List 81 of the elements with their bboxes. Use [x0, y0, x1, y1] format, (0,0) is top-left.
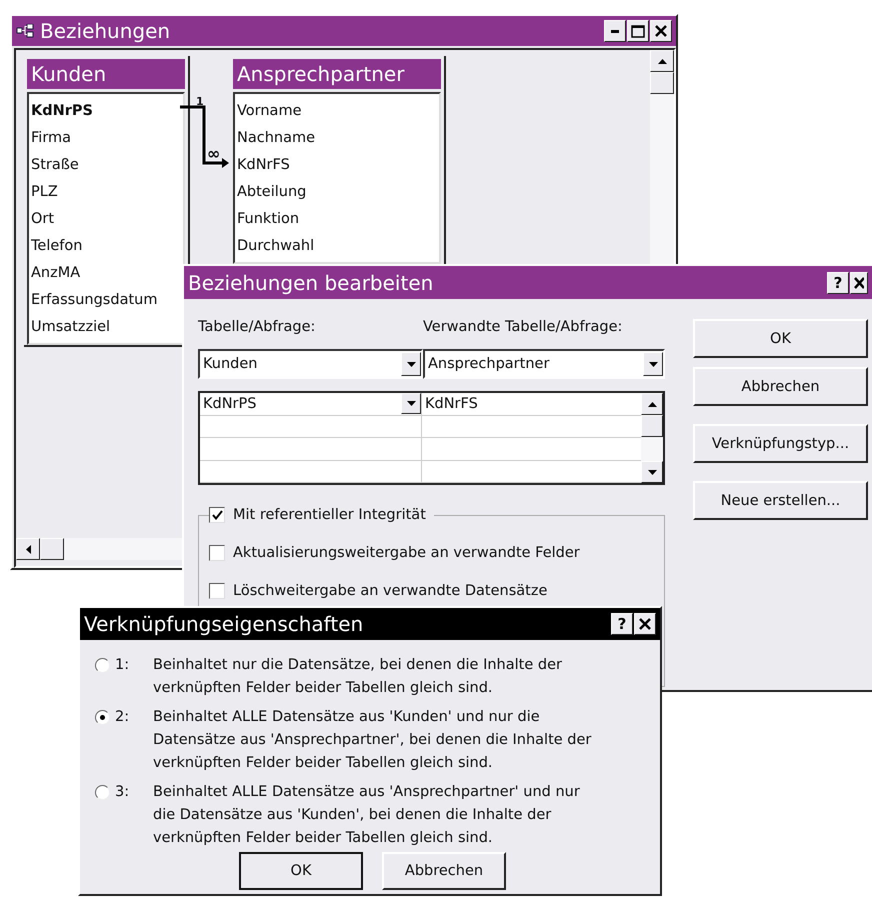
close-icon — [655, 25, 667, 37]
field-name[interactable]: KdNrFS — [237, 152, 439, 179]
scroll-up-button[interactable] — [641, 393, 663, 415]
dialog-title: Beziehungen bearbeiten — [188, 270, 434, 294]
dialog-button[interactable]: OK — [239, 852, 363, 890]
field-name[interactable]: Durchwahl — [237, 233, 439, 260]
option-number: 2: — [115, 708, 130, 727]
up-arrow-icon — [658, 58, 666, 64]
scroll-thumb[interactable] — [40, 538, 64, 560]
field-dropdown[interactable]: KdNrPS — [200, 393, 422, 414]
option-description: Beinhaltet ALLE Datensätze aus 'Kunden' und nur die Datensätze aus 'Ansprechpartner', bei denen die Inhalte der verknüpften Felder beider Tabellen gleich sind. — [153, 708, 592, 773]
maximize-icon — [631, 24, 645, 38]
radio-button[interactable] — [95, 658, 110, 673]
field-name[interactable]: Straße — [31, 152, 183, 179]
field-name[interactable]: Vorname — [237, 98, 439, 125]
field-name[interactable]: Umsatzziel — [31, 314, 183, 341]
dialog-button[interactable]: Verknüpfungstyp... — [693, 424, 868, 463]
relationships-icon — [16, 24, 34, 38]
close-button[interactable] — [650, 20, 672, 42]
option-number: 1: — [115, 656, 130, 675]
field-name[interactable]: Firma — [31, 125, 183, 152]
scroll-left-button[interactable] — [16, 538, 40, 560]
field-name[interactable]: PLZ — [31, 179, 183, 206]
field-name[interactable]: KdNrPS — [31, 98, 183, 125]
dropdown-arrow-icon — [648, 362, 658, 366]
one-label: 1 — [196, 96, 204, 107]
dialog-button[interactable]: Abbrechen — [382, 852, 506, 890]
left-arrow-icon — [26, 544, 30, 554]
maximize-button[interactable] — [627, 20, 649, 42]
table-card[interactable]: Kunden KdNrPS Firma Straße PLZ Ort Telefon AnzMA Erfassungsdatum Umsatzziel — [24, 56, 190, 347]
dialog-button[interactable]: Neue erstellen... — [693, 481, 868, 520]
dialog-title: Verknüpfungseigenschaften — [84, 612, 364, 636]
table-dropdown[interactable]: Kunden — [198, 349, 423, 379]
minimize-icon — [611, 30, 619, 32]
window-title: Beziehungen — [40, 19, 172, 43]
table-title: Ansprechpartner — [233, 59, 441, 89]
many-label: ∞ — [207, 148, 220, 159]
check-icon — [212, 510, 222, 520]
field-name[interactable]: Funktion — [237, 206, 439, 233]
vertical-scrollbar[interactable] — [641, 393, 663, 483]
field-name[interactable]: Nachname — [237, 125, 439, 152]
help-button[interactable]: ? — [827, 272, 849, 294]
close-button[interactable] — [850, 272, 868, 294]
field-name[interactable]: Abteilung — [237, 179, 439, 206]
minimize-button[interactable] — [604, 20, 626, 42]
table-label: Tabelle/Abfrage: — [198, 319, 316, 337]
down-arrow-icon — [648, 470, 656, 474]
checkbox[interactable] — [209, 545, 225, 561]
up-arrow-icon — [648, 402, 656, 406]
field-name[interactable]: AnzMA — [31, 260, 183, 287]
related-table-dropdown[interactable]: Ansprechpartner — [423, 349, 665, 379]
checkbox-label: Löschweitergabe an verwandte Datensätze — [233, 583, 548, 599]
checkbox-label: Mit referentieller Integrität — [233, 507, 426, 523]
related-table-label: Verwandte Tabelle/Abfrage: — [423, 319, 624, 337]
close-button[interactable] — [634, 613, 656, 635]
close-icon — [639, 618, 651, 630]
scroll-thumb[interactable] — [650, 72, 674, 94]
field-name[interactable]: Erfassungsdatum — [31, 287, 183, 314]
help-button[interactable]: ? — [611, 613, 633, 635]
table-title: Kunden — [27, 59, 185, 89]
table-card[interactable]: Ansprechpartner Vorname Nachname KdNrFS Abteilung Funktion Durchwahl — [230, 56, 446, 266]
checkbox[interactable] — [209, 583, 225, 599]
checkbox[interactable] — [209, 507, 225, 523]
relationship-line — [180, 106, 229, 168]
checkbox-label: Aktualisierungsweitergabe an verwandte Felder — [233, 545, 580, 561]
radio-button[interactable] — [95, 785, 110, 800]
scroll-thumb[interactable] — [641, 415, 663, 437]
dropdown-arrow-icon — [406, 401, 416, 406]
option-description: Beinhaltet ALLE Datensätze aus 'Ansprechpartner' und nur die Datensätze aus 'Kunden', bei denen die Inhalte der verknüpften Felder beider Tabellen gleich sind. — [153, 783, 581, 848]
scroll-up-button[interactable] — [650, 50, 674, 72]
field-name[interactable]: Ort — [31, 206, 183, 233]
dropdown-arrow-icon — [406, 362, 416, 366]
scroll-down-button[interactable] — [641, 461, 663, 483]
radio-button[interactable] — [95, 710, 110, 725]
close-icon — [854, 276, 864, 288]
option-number: 3: — [115, 783, 130, 802]
dialog-button[interactable]: Abbrechen — [693, 367, 868, 406]
option-description: Beinhaltet nur die Datensätze, bei denen die Inhalte der verknüpften Felder beider Tabellen gleich sind. — [153, 656, 563, 698]
dialog-button[interactable]: OK — [693, 319, 868, 358]
grid-cell[interactable]: KdNrFS — [422, 393, 641, 414]
field-name[interactable]: Telefon — [31, 233, 183, 260]
